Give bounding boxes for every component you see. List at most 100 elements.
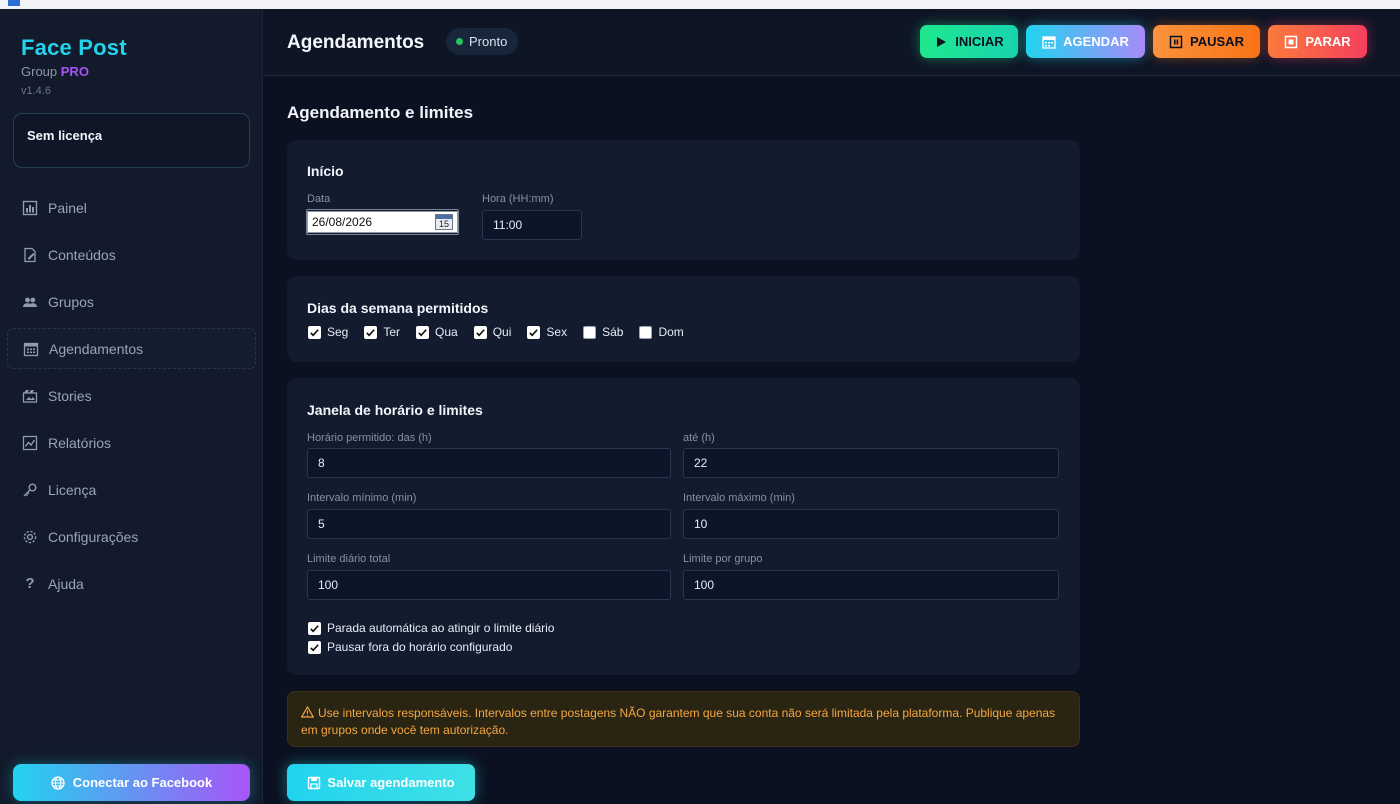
calendar-icon	[22, 340, 40, 358]
start-card-title: Início	[307, 163, 344, 179]
day-checkbox-seg[interactable]: Seg	[308, 325, 348, 339]
play-icon	[937, 36, 947, 47]
auto-stop-label: Parada automática ao atingir o limite di…	[327, 621, 555, 635]
weekdays-card: Dias da semana permitidos Seg Ter Qua Qu…	[287, 276, 1080, 362]
sidebar-item-label: Ajuda	[48, 575, 84, 592]
users-icon	[21, 293, 39, 311]
date-value: 26/08/2026	[312, 215, 373, 229]
window-top-strip	[0, 0, 1400, 9]
app-version: v1.4.6	[21, 85, 51, 97]
stop-label: PARAR	[1305, 34, 1351, 49]
max-interval-label: Intervalo máximo (min)	[683, 492, 795, 504]
limits-card: Janela de horário e limites Horário perm…	[287, 378, 1080, 675]
license-status: Sem licença	[27, 128, 103, 143]
from-hour-input[interactable]: 8	[307, 448, 671, 478]
day-checkbox-sex[interactable]: Sex	[527, 325, 567, 339]
stop-button[interactable]: PARAR	[1268, 25, 1367, 58]
checkbox-checked-icon[interactable]	[416, 325, 430, 339]
schedule-button[interactable]: AGENDAR	[1026, 25, 1145, 58]
sidebar-item-licenca[interactable]: Licença	[7, 469, 256, 510]
sidebar: Face Post Group PRO v1.4.6 Sem licença P…	[0, 9, 263, 804]
sidebar-item-configuracoes[interactable]: Configurações	[7, 516, 256, 557]
status-dot-icon	[456, 38, 463, 45]
start-label: INICIAR	[955, 34, 1004, 49]
group-limit-label: Limite por grupo	[683, 553, 763, 565]
day-label: Qui	[492, 325, 512, 339]
group-limit-input[interactable]: 100	[683, 570, 1059, 600]
sidebar-item-conteudos[interactable]: Conteúdos	[7, 234, 256, 275]
calendar-picker-icon[interactable]: 15	[435, 214, 453, 230]
limits-card-title: Janela de horário e limites	[307, 402, 483, 418]
question-icon: ?	[25, 575, 35, 592]
brand-sub-text: Group	[21, 64, 58, 79]
min-interval-input[interactable]: 5	[307, 509, 671, 539]
sidebar-item-label: Painel	[48, 199, 87, 216]
sidebar-item-painel[interactable]: Painel	[7, 187, 256, 228]
day-checkbox-sab[interactable]: Sáb	[583, 325, 623, 339]
day-label: Sáb	[602, 325, 624, 339]
status-text: Pronto	[469, 34, 508, 49]
day-checkbox-ter[interactable]: Ter	[364, 325, 400, 339]
day-checkbox-qua[interactable]: Qua	[416, 325, 458, 339]
calendar-day: 15	[438, 219, 449, 229]
save-schedule-button[interactable]: Salvar agendamento	[287, 764, 475, 801]
sidebar-item-grupos[interactable]: Grupos	[7, 281, 256, 322]
sidebar-item-ajuda[interactable]: ? Ajuda	[7, 563, 256, 604]
daily-limit-input[interactable]: 100	[307, 570, 671, 600]
day-label: Sex	[546, 325, 568, 339]
top-header: Agendamentos Pronto INICIAR AGENDAR PAUS…	[263, 9, 1400, 76]
schedule-label: AGENDAR	[1063, 34, 1129, 49]
min-interval-value: 5	[318, 517, 325, 531]
checkbox-unchecked-icon[interactable]	[639, 325, 653, 339]
checkbox-checked-icon[interactable]	[473, 325, 487, 339]
brand-title: Face Post	[21, 35, 127, 60]
warning-icon	[301, 706, 314, 718]
stop-icon	[1285, 35, 1298, 48]
sidebar-nav: Painel Conteúdos Grupos Agendamentos Sto…	[7, 187, 256, 610]
pause-outside-option[interactable]: Pausar fora do horário configurado	[308, 640, 512, 654]
status-badge: Pronto	[446, 28, 519, 55]
edit-document-icon	[21, 246, 39, 264]
time-label: Hora (HH:mm)	[482, 193, 554, 205]
brand-subtitle: Group PRO	[21, 64, 89, 79]
day-label: Ter	[383, 325, 401, 339]
checkbox-checked-icon[interactable]	[308, 621, 321, 635]
max-interval-input[interactable]: 10	[683, 509, 1059, 539]
day-checkbox-qui[interactable]: Qui	[473, 325, 512, 339]
date-input[interactable]: 26/08/2026 15	[307, 211, 458, 233]
calendar-icon	[1042, 35, 1056, 49]
app-window-icon	[8, 0, 20, 6]
date-label: Data	[307, 193, 331, 205]
day-label: Dom	[658, 325, 684, 339]
checkbox-checked-icon[interactable]	[308, 325, 321, 339]
sidebar-item-relatorios[interactable]: Relatórios	[7, 422, 256, 463]
save-icon	[308, 776, 321, 789]
sidebar-item-label: Relatórios	[48, 434, 112, 451]
film-icon	[21, 387, 39, 405]
pause-button[interactable]: PAUSAR	[1153, 25, 1260, 58]
day-label: Seg	[327, 325, 349, 339]
to-hour-label: até (h)	[683, 432, 715, 444]
section-title: Agendamento e limites	[287, 103, 474, 122]
sidebar-item-stories[interactable]: Stories	[7, 375, 256, 416]
to-hour-input[interactable]: 22	[683, 448, 1059, 478]
daily-limit-value: 100	[318, 578, 339, 592]
day-label: Qua	[435, 325, 458, 339]
checkbox-checked-icon[interactable]	[308, 640, 321, 654]
time-input[interactable]: 11:00	[482, 210, 582, 240]
checkbox-checked-icon[interactable]	[364, 325, 378, 339]
warning-text: Use intervalos responsáveis. Intervalos …	[301, 706, 1056, 737]
start-button[interactable]: INICIAR	[920, 25, 1018, 58]
start-card: Início Data 26/08/2026 15 Hora (HH:mm) 1…	[287, 140, 1080, 260]
max-interval-value: 10	[694, 517, 708, 531]
day-checkbox-dom[interactable]: Dom	[639, 325, 684, 339]
sidebar-item-agendamentos[interactable]: Agendamentos	[7, 328, 256, 369]
page-title: Agendamentos	[287, 32, 425, 53]
auto-stop-option[interactable]: Parada automática ao atingir o limite di…	[308, 621, 554, 635]
save-schedule-label: Salvar agendamento	[327, 775, 455, 790]
weekdays-card-title: Dias da semana permitidos	[307, 300, 489, 316]
weekday-checkboxes: Seg Ter Qua Qui Sex Sáb Dom	[308, 325, 700, 339]
checkbox-checked-icon[interactable]	[527, 325, 541, 339]
checkbox-unchecked-icon[interactable]	[583, 325, 597, 339]
connect-facebook-button[interactable]: Conectar ao Facebook	[13, 764, 250, 801]
